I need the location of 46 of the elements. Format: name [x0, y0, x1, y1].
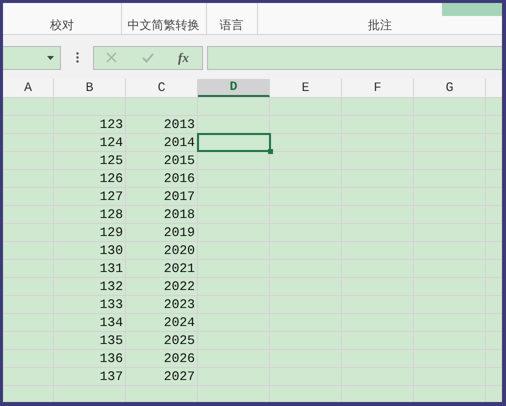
- table-cell-text: 125: [98, 152, 124, 169]
- dropdown-icon[interactable]: [47, 56, 54, 60]
- table-cell-text: 137: [98, 368, 124, 385]
- table-cell-text: 2020: [162, 242, 196, 259]
- table-cell-text: 131: [98, 260, 124, 277]
- group-label: 语言: [220, 19, 244, 31]
- table-cell-text: 2026: [162, 350, 196, 367]
- table-cell-text: 2027: [162, 368, 196, 385]
- table-cell-text: 2022: [162, 278, 196, 295]
- table-cell-text: 2014: [162, 134, 196, 151]
- table-cell-text: 2015: [162, 152, 196, 169]
- table-cell-text: 2018: [162, 206, 196, 223]
- table-cell-text: 2023: [162, 296, 196, 313]
- table-cell-text: 128: [98, 206, 124, 223]
- ribbon-button[interactable]: [442, 3, 502, 16]
- column-header[interactable]: D: [198, 79, 270, 97]
- table-cell-text: 2021: [162, 260, 196, 277]
- table-cell-text: 2016: [162, 170, 196, 187]
- column-header[interactable]: A: [3, 79, 54, 97]
- table-cell-text: 123: [98, 116, 124, 133]
- table-cell-text: 126: [98, 170, 124, 187]
- group-label: 批注: [368, 19, 392, 31]
- function-button[interactable]: fx: [178, 51, 189, 64]
- table-cell-text: 2025: [162, 332, 196, 349]
- table-cell-text: 133: [98, 296, 124, 313]
- formula-input[interactable]: [207, 46, 502, 70]
- table-cell-text: 136: [98, 350, 124, 367]
- table-cell-text: 135: [98, 332, 124, 349]
- table-cell-text: 130: [98, 242, 124, 259]
- column-header[interactable]: E: [270, 79, 342, 97]
- table-cell-text: 127: [98, 188, 124, 205]
- table-cell[interactable]: [198, 134, 270, 151]
- table-cell-text: 2024: [162, 314, 196, 331]
- column-header[interactable]: G: [414, 79, 486, 97]
- table-cell-text: 2017: [162, 188, 196, 205]
- table-cell-text: 134: [98, 314, 124, 331]
- group-label: 中文简繁转换: [128, 19, 200, 31]
- group-label: 校对: [50, 19, 74, 31]
- table-cell-text: 129: [98, 224, 124, 241]
- table-cell-text: 2013: [162, 116, 196, 133]
- table-cell-text: 124: [98, 134, 124, 151]
- table-cell-text: 132: [98, 278, 124, 295]
- column-header[interactable]: F: [342, 79, 414, 97]
- column-header[interactable]: B: [54, 79, 126, 97]
- table-cell-text: 2019: [162, 224, 196, 241]
- more-icon[interactable]: [76, 52, 79, 63]
